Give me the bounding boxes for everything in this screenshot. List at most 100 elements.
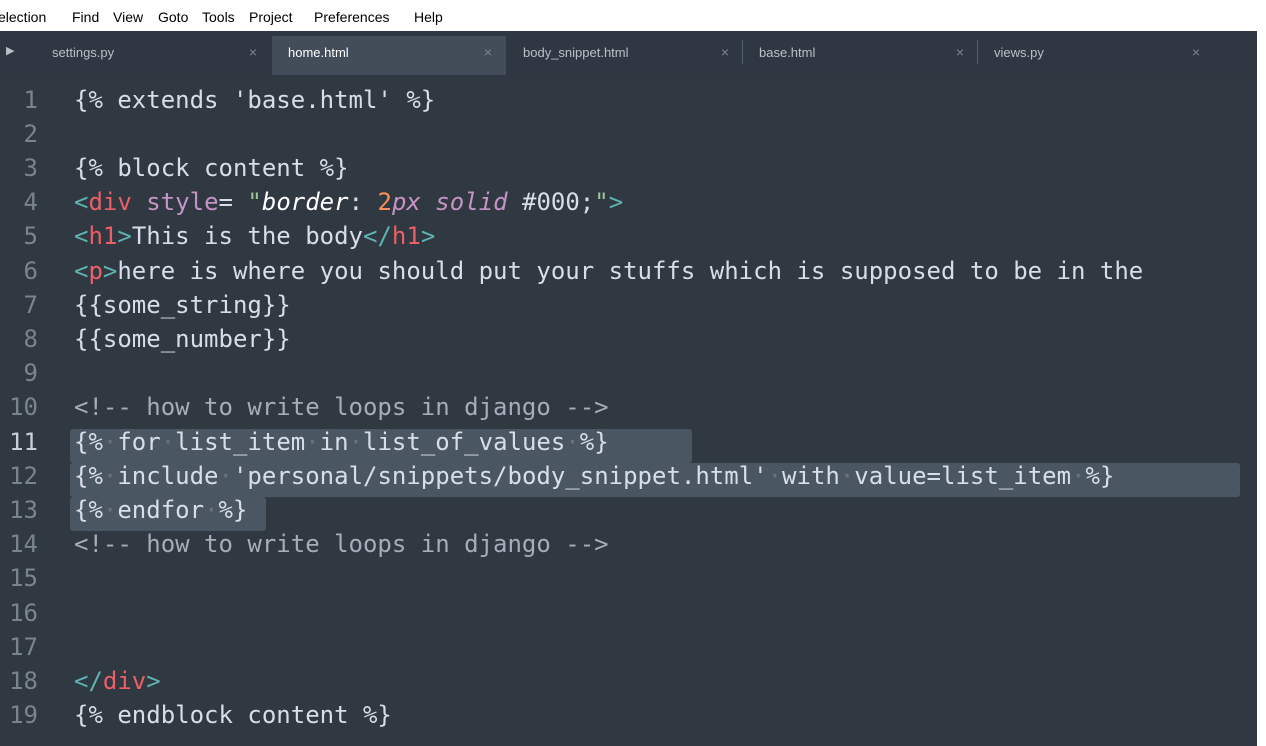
whitespace-dot: · (102, 462, 118, 490)
token: </ (74, 667, 103, 695)
token: : (348, 188, 378, 216)
token: for (117, 428, 161, 456)
code-line-18: </div> (74, 664, 161, 698)
line-number: 10 (9, 393, 38, 421)
line-number: 11 (9, 428, 38, 456)
whitespace-dot: · (102, 496, 118, 524)
token: list_of_values (363, 428, 566, 456)
line-number: 6 (23, 257, 38, 285)
line-number: 8 (23, 325, 38, 353)
code-line-4: <div style= "border: 2px solid #000;"> (74, 185, 623, 219)
line-number: 1 (23, 86, 38, 114)
window-edge (1257, 31, 1266, 746)
code-line-8: {{some_number}} (74, 322, 291, 356)
tab-body-snippet-html[interactable]: body_snippet.html × (507, 36, 743, 75)
token: p (88, 257, 103, 285)
token: %} (218, 496, 248, 524)
line-number: 19 (9, 701, 38, 729)
token: in (319, 428, 349, 456)
whitespace-dot: · (305, 428, 320, 456)
template-tag: {% block content %} (74, 154, 349, 182)
menu-project[interactable]: Project (249, 0, 293, 31)
line-number: 17 (9, 633, 38, 661)
token: > (608, 188, 624, 216)
close-icon[interactable]: × (1192, 44, 1200, 60)
whitespace-dot: · (204, 496, 219, 524)
token: px (391, 188, 421, 216)
line-number: 12 (9, 462, 38, 490)
tab-settings-py[interactable]: settings.py × (36, 36, 271, 75)
sidebar-toggle-arrow-icon[interactable]: ▶ (6, 44, 14, 57)
token: < (74, 257, 89, 285)
template-tag: {% endblock content %} (74, 701, 392, 729)
menu-find[interactable]: Find (72, 0, 99, 31)
template-variable: {{some_string}} (74, 291, 291, 319)
line-number: 5 (23, 222, 38, 250)
whitespace-dot: · (565, 428, 580, 456)
tab-base-html[interactable]: base.html × (743, 36, 978, 75)
code-editor[interactable]: 1 2 3 4 5 6 7 8 9 10 11 12 13 14 15 16 1… (0, 77, 1257, 746)
code-line-12: {%·include·'personal/snippets/body_snipp… (74, 459, 1114, 493)
whitespace-dot: · (218, 462, 233, 490)
code-line-14: <!-- how to write loops in django --> (74, 527, 609, 561)
close-icon[interactable]: × (249, 44, 257, 60)
token: > (102, 257, 118, 285)
line-number: 9 (23, 359, 38, 387)
line-number: 4 (23, 188, 38, 216)
close-icon[interactable]: × (484, 44, 492, 60)
tab-label: views.py (994, 45, 1044, 60)
line-number: 18 (9, 667, 38, 695)
tab-label: home.html (288, 45, 349, 60)
token: endfor (117, 496, 205, 524)
token: {% (74, 428, 103, 456)
tab-strip: ▶ settings.py × home.html × body_snippet… (0, 31, 1257, 77)
whitespace-dot: · (102, 428, 118, 456)
token: < (74, 188, 89, 216)
tab-label: base.html (759, 45, 816, 60)
tab-views-py[interactable]: views.py × (978, 36, 1214, 75)
token: div (102, 667, 147, 695)
menu-tools[interactable]: Tools (202, 0, 235, 31)
code-line-6: <p>here is where you should put your stu… (74, 254, 1143, 288)
code-line-3: {% block content %} (74, 151, 349, 185)
token: > (420, 222, 436, 250)
token: = (218, 188, 248, 216)
token: border (261, 188, 349, 216)
token: list_item (175, 428, 306, 456)
token: This is the body (131, 222, 363, 250)
token: with (782, 462, 840, 490)
code-line-19: {% endblock content %} (74, 698, 392, 732)
token: style (146, 188, 219, 216)
code-line-5: <h1>This is the body</h1> (74, 219, 435, 253)
tab-label: body_snippet.html (523, 45, 629, 60)
template-tag: {% extends 'base.html' %} (74, 86, 436, 114)
menu-selection[interactable]: election (0, 0, 46, 31)
line-number: 15 (9, 564, 38, 592)
line-number: 2 (23, 120, 38, 148)
whitespace-dot: · (839, 462, 855, 490)
token: {% (74, 496, 103, 524)
token: > (117, 222, 132, 250)
code-line-10: <!-- how to write loops in django --> (74, 390, 609, 424)
line-number: 3 (23, 154, 38, 182)
menu-bar: election Find View Goto Tools Project Pr… (0, 0, 1266, 31)
close-icon[interactable]: × (721, 44, 729, 60)
token: {% (74, 462, 103, 490)
line-number: 14 (9, 530, 38, 558)
menu-view[interactable]: View (113, 0, 143, 31)
tab-home-html[interactable]: home.html × (272, 36, 506, 75)
token: ; (579, 188, 595, 216)
close-icon[interactable]: × (956, 44, 964, 60)
token: div (88, 188, 132, 216)
token: 'personal/snippets/body_snippet.html' (232, 462, 768, 490)
menu-goto[interactable]: Goto (158, 0, 188, 31)
token: < (74, 222, 89, 250)
html-comment: <!-- how to write loops in django --> (74, 393, 609, 421)
token: solid (435, 188, 508, 216)
menu-preferences[interactable]: Preferences (314, 0, 389, 31)
token: " (594, 188, 609, 216)
menu-help[interactable]: Help (414, 0, 443, 31)
token: " (247, 188, 262, 216)
